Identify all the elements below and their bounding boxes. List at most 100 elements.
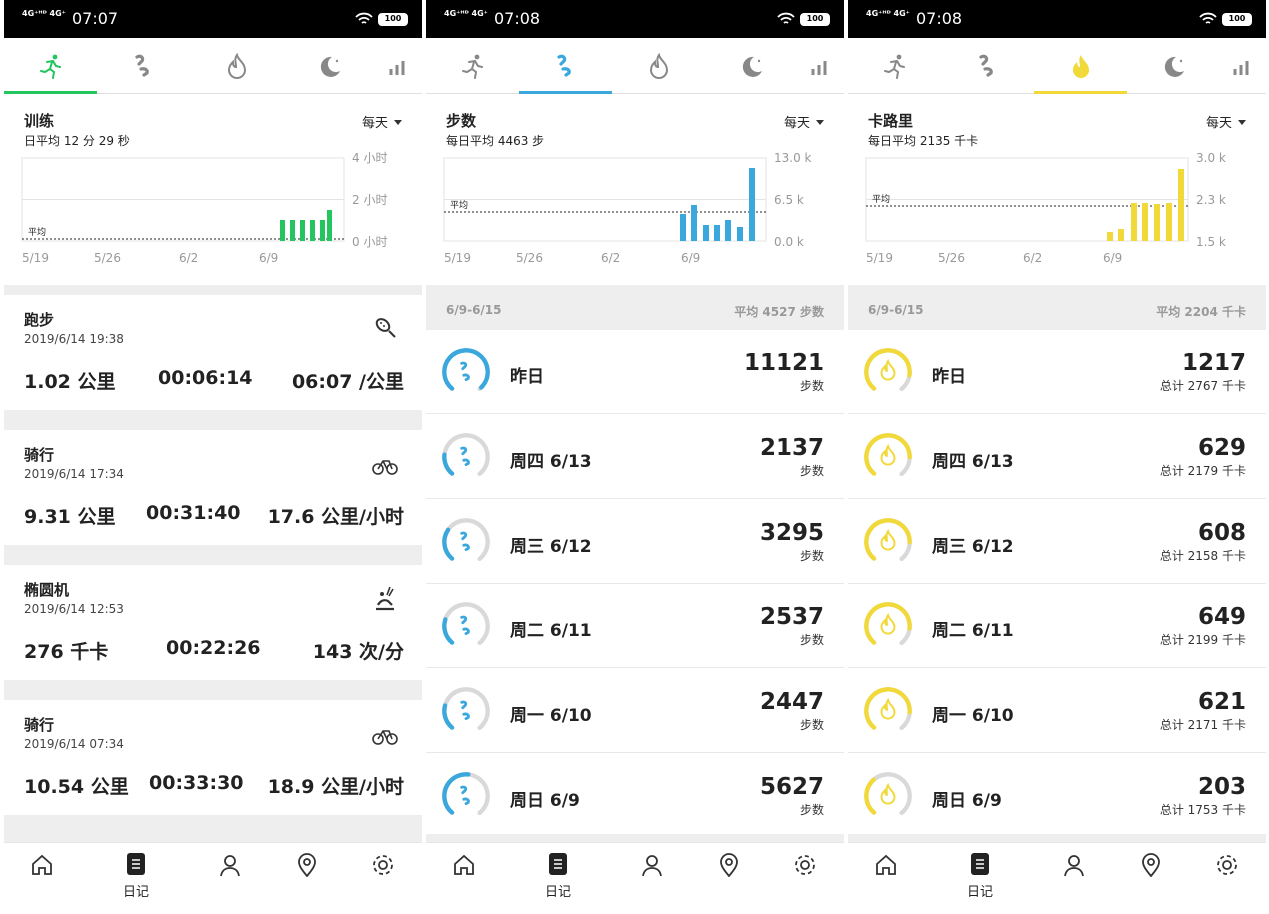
nav-diary[interactable]: 日记 xyxy=(528,853,588,900)
activity-datetime: 2019/6/14 17:34 xyxy=(24,467,124,481)
day-row[interactable]: 周四 6/13 2137 步数 xyxy=(426,414,844,499)
panel-calories: 4G⁺ᴴᴰ 4G⁺ 07:08 100 卡路里 每日平均 2135 千卡 每天 xyxy=(848,0,1266,914)
battery-indicator: 100 xyxy=(1222,12,1252,26)
tab-sleep[interactable] xyxy=(283,38,376,94)
day-row[interactable]: 周四 6/13 629 总计 2179 千卡 xyxy=(848,414,1266,499)
bar xyxy=(300,220,305,241)
nav-settings[interactable] xyxy=(1197,853,1257,881)
day-row[interactable]: 周三 6/12 608 总计 2158 千卡 xyxy=(848,499,1266,584)
activity-card[interactable]: 椭圆机 2019/6/14 12:53 276 千卡 00:22:26 143 … xyxy=(4,565,422,680)
tab-steps[interactable] xyxy=(941,38,1034,94)
flame-icon xyxy=(880,528,896,551)
progress-ring xyxy=(442,772,490,820)
day-unit: 总计 2171 千卡 xyxy=(1159,718,1246,733)
activity-card[interactable]: 跑步 2019/6/14 19:38 1.02 公里 00:06:14 06:0… xyxy=(4,295,422,410)
day-unit: 步数 xyxy=(799,463,824,478)
nav-home[interactable] xyxy=(434,853,494,881)
nav-diary-label: 日记 xyxy=(544,885,571,900)
tab-training[interactable] xyxy=(4,38,97,94)
footsteps-icon xyxy=(460,785,470,805)
day-row[interactable]: 周三 6/12 3295 步数 xyxy=(426,499,844,584)
nav-location[interactable] xyxy=(277,853,337,881)
running-icon xyxy=(461,54,483,79)
tab-training[interactable] xyxy=(426,38,519,94)
day-row[interactable]: 周二 6/11 649 总计 2199 千卡 xyxy=(848,584,1266,669)
nav-diary[interactable]: 日记 xyxy=(950,853,1010,900)
footsteps-icon xyxy=(134,54,149,77)
activity-card[interactable]: 骑行 2019/6/14 07:34 10.54 公里 00:33:30 18.… xyxy=(4,700,422,815)
nav-settings[interactable] xyxy=(775,853,835,881)
tab-trends[interactable] xyxy=(798,38,844,94)
activity-name: 骑行 xyxy=(24,446,55,464)
bike-icon xyxy=(372,730,398,745)
tab-calories[interactable] xyxy=(1034,38,1127,94)
day-label: 周一 6/10 xyxy=(510,706,592,727)
day-row[interactable]: 周一 6/10 621 总计 2171 千卡 xyxy=(848,669,1266,754)
day-row[interactable]: 昨日 1217 总计 2767 千卡 xyxy=(848,330,1266,414)
nav-location[interactable] xyxy=(1121,853,1181,881)
nav-home[interactable] xyxy=(856,853,916,881)
tab-steps[interactable] xyxy=(97,38,190,94)
settings-icon xyxy=(373,855,393,875)
day-row[interactable]: 周日 6/9 5627 步数 xyxy=(426,754,844,838)
x-tick: 6/2 xyxy=(601,251,620,265)
x-tick: 5/26 xyxy=(94,251,121,265)
elliptical-icon xyxy=(376,586,394,611)
diary-icon xyxy=(549,853,567,875)
flame-icon xyxy=(880,697,896,720)
nav-profile[interactable] xyxy=(200,853,260,881)
chart-subtitle: 每日平均 4463 步 xyxy=(446,134,545,148)
bar xyxy=(737,227,743,241)
day-row[interactable]: 昨日 11121 步数 xyxy=(426,330,844,414)
progress-ring xyxy=(864,432,912,481)
nav-diary[interactable]: 日记 xyxy=(106,853,166,900)
chart-subtitle: 每日平均 2135 千卡 xyxy=(868,134,979,148)
tab-steps[interactable] xyxy=(519,38,612,94)
range-dropdown[interactable]: 每天 xyxy=(1206,112,1246,131)
day-row[interactable]: 周日 6/9 203 总计 1753 千卡 xyxy=(848,754,1266,838)
day-row[interactable]: 周一 6/10 2447 步数 xyxy=(426,669,844,754)
shoe-icon xyxy=(375,318,396,338)
bike-icon xyxy=(372,460,398,475)
tab-calories[interactable] xyxy=(612,38,705,94)
clock: 07:08 xyxy=(494,9,541,28)
battery-indicator: 100 xyxy=(800,12,830,26)
bar xyxy=(725,220,731,241)
day-value: 5627 xyxy=(759,774,824,800)
day-label: 周日 6/9 xyxy=(932,791,1002,811)
nav-profile[interactable] xyxy=(622,853,682,881)
nav-profile[interactable] xyxy=(1044,853,1104,881)
bar xyxy=(310,220,315,241)
activity-datetime: 2019/6/14 07:34 xyxy=(24,737,124,751)
tab-training[interactable] xyxy=(848,38,941,94)
tab-calories[interactable] xyxy=(190,38,283,94)
nav-diary-label: 日记 xyxy=(966,885,993,900)
tab-trends[interactable] xyxy=(1220,38,1266,94)
calories-chart-section: 卡路里 每日平均 2135 千卡 每天 平均 3.0 k 2.3 k 1.5 k… xyxy=(848,95,1266,285)
day-unit: 步数 xyxy=(799,633,824,648)
range-dropdown[interactable]: 每天 xyxy=(784,112,824,131)
nav-settings[interactable] xyxy=(353,853,413,881)
week-average: 平均 4527 步数 xyxy=(734,305,824,319)
activity-card[interactable]: 骑行 2019/6/14 17:34 9.31 公里 00:31:40 17.6… xyxy=(4,430,422,545)
tab-sleep[interactable] xyxy=(1127,38,1220,94)
nav-home[interactable] xyxy=(12,853,72,881)
day-label: 周三 6/12 xyxy=(932,536,1014,557)
week-range: 6/9-6/15 xyxy=(446,303,502,317)
week-summary-header: 6/9-6/15 平均 4527 步数 xyxy=(426,285,844,330)
tab-trends[interactable] xyxy=(376,38,422,94)
bottom-nav: 日记 xyxy=(848,842,1266,914)
chart-title: 卡路里 xyxy=(868,112,914,130)
nav-location[interactable] xyxy=(699,853,759,881)
progress-ring xyxy=(442,432,490,481)
tab-sleep[interactable] xyxy=(705,38,798,94)
range-dropdown[interactable]: 每天 xyxy=(362,112,402,131)
day-value: 608 xyxy=(1197,519,1246,546)
footsteps-icon xyxy=(978,54,993,77)
day-unit: 总计 2199 千卡 xyxy=(1159,633,1246,648)
moon-icon xyxy=(742,56,762,77)
day-row[interactable]: 周二 6/11 2537 步数 xyxy=(426,584,844,669)
calories-value: 276 千卡 xyxy=(24,641,109,663)
y-tick: 0.0 k xyxy=(774,235,804,249)
bar xyxy=(320,220,325,241)
